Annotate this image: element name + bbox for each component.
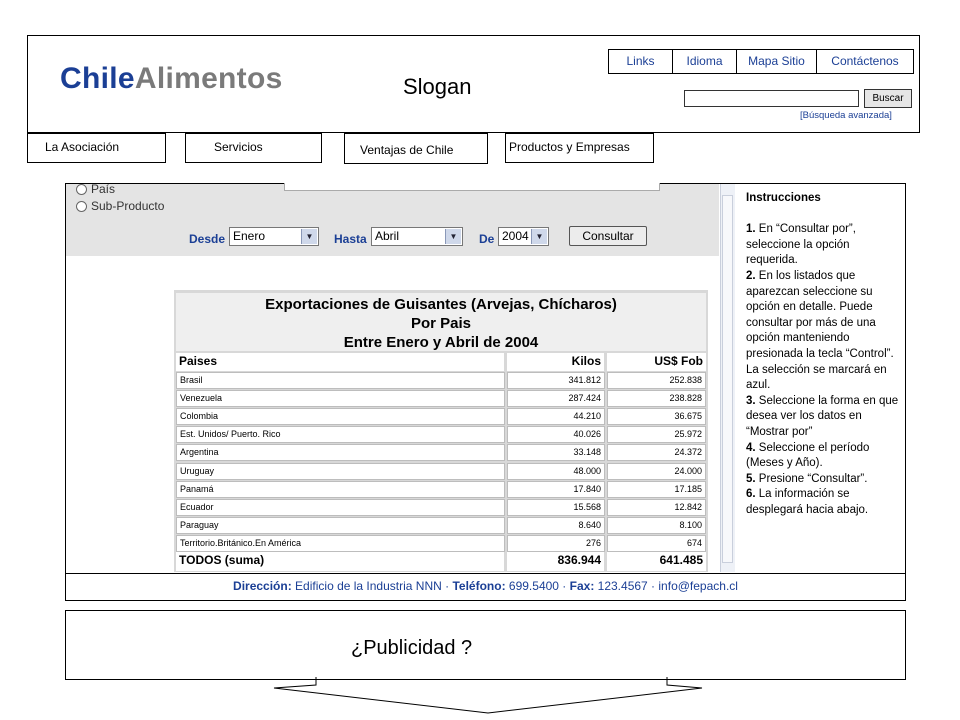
radio-pais-label: País [91,182,116,196]
desde-select[interactable]: Enero ▼ [229,227,319,246]
table-cell-usd-fob: 238.828 [607,390,706,407]
table-cell-usd-fob: 36.675 [607,408,706,425]
instruction-step-4: 4. Seleccione el período (Meses y Año). [746,441,870,470]
instruction-step-5: 5. Presione “Consultar”. [746,472,868,485]
table-cell-kilos: 40.026 [507,426,605,443]
table-cell-pais: Territorio.Británico.En América [176,535,505,552]
table-cell-pais: Panamá [176,481,505,498]
chevron-down-icon: ▼ [301,229,317,244]
radio-sub-producto[interactable] [76,201,87,212]
table-cell-pais: Uruguay [176,463,505,480]
chevron-down-icon: ▼ [531,229,547,244]
table-cell-kilos: 44.210 [507,408,605,425]
total-usd-fob: 641.485 [607,552,706,571]
instruction-step-3: 3. Seleccione la forma en que desea ver … [746,394,899,438]
header-kilos: Kilos [507,353,604,371]
nav-mapa-sitio[interactable]: Mapa Sitio [737,50,817,73]
table-cell-pais: Venezuela [176,390,505,407]
table-cell-usd-fob: 24.000 [607,463,706,480]
desde-label: Desde [189,232,226,246]
table-cell-kilos: 341.812 [507,372,605,389]
table-cell-kilos: 8.640 [507,517,605,534]
table-cell-pais: Argentina [176,444,505,461]
table-cell-pais: Paraguay [176,517,505,534]
scrollbar-thumb[interactable] [722,195,733,563]
radio-pais[interactable] [76,184,87,195]
table-cell-kilos: 276 [507,535,605,552]
ad-text: ¿Publicidad ? [351,637,473,659]
footer-divider [65,573,906,574]
tab-productos-y-empresas[interactable]: Productos y Empresas [505,133,654,163]
instruction-step-1: 1. En “Consultar por”, seleccione la opc… [746,223,856,267]
year-select[interactable]: 2004 ▼ [498,227,549,246]
consultar-button[interactable]: Consultar [569,226,647,246]
table-cell-pais: Colombia [176,408,505,425]
instructions-title: Instrucciones [746,192,821,204]
table-cell-usd-fob: 25.972 [607,426,706,443]
table-cell-usd-fob: 8.100 [607,517,706,534]
top-nav: Links Idioma Mapa Sitio Contáctenos [608,49,914,74]
radio-sub-producto-label: Sub-Producto [91,199,165,213]
ad-box [65,610,906,680]
hasta-select[interactable]: Abril ▼ [371,227,463,246]
tab-ventajas-de-chile[interactable]: Ventajas de Chile [344,133,488,164]
nav-contactenos[interactable]: Contáctenos [817,50,913,73]
table-cell-kilos: 287.424 [507,390,605,407]
search-input[interactable] [684,90,859,107]
table-cell-usd-fob: 12.842 [607,499,706,516]
table-cell-kilos: 33.148 [507,444,605,461]
table-cell-kilos: 48.000 [507,463,605,480]
instruction-step-6: 6. La información se desplegará hacia ab… [746,488,869,516]
slogan: Slogan [403,74,472,99]
instruction-step-2: 2. En los listados que aparezcan selecci… [746,269,894,392]
table-cell-usd-fob: 252.838 [607,372,706,389]
table-cell-pais: Brasil [176,372,505,389]
total-label: TODOS (suma) [176,552,504,571]
table-cell-kilos: 15.568 [507,499,605,516]
header-paises: Paises [176,353,504,371]
table-cell-pais: Ecuador [176,499,505,516]
table-cell-usd-fob: 24.372 [607,444,706,461]
table-cell-kilos: 17.840 [507,481,605,498]
footer-email-link[interactable]: info@fepach.cl [658,579,738,593]
de-label: De [479,232,495,246]
product-listbox[interactable] [284,183,660,191]
table-title: Exportaciones de Guisantes (Arvejas, Chí… [176,293,706,351]
search-button[interactable]: Buscar [864,89,912,108]
hasta-label: Hasta [334,232,367,246]
chevron-down-icon: ▼ [445,229,461,244]
tab-la-asociacion[interactable]: La Asociación [27,133,166,163]
nav-idioma[interactable]: Idioma [673,50,737,73]
table-cell-usd-fob: 17.185 [607,481,706,498]
total-kilos: 836.944 [507,552,604,571]
tab-servicios[interactable]: Servicios [185,133,322,163]
instructions-panel: Instrucciones 1. En “Consultar por”, sel… [746,191,901,518]
table-cell-usd-fob: 674 [607,535,706,552]
nav-links[interactable]: Links [609,50,673,73]
header-usd-fob: US$ Fob [607,353,706,371]
table-cell-pais: Est. Unidos/ Puerto. Rico [176,426,505,443]
site-logo[interactable]: ChileAlimentos [60,62,283,96]
footer-address: Dirección: Edificio de la Industria NNN … [233,579,738,593]
advanced-search-link[interactable]: [Búsqueda avanzada] [800,110,892,121]
ad-arrow-shape [273,677,703,714]
